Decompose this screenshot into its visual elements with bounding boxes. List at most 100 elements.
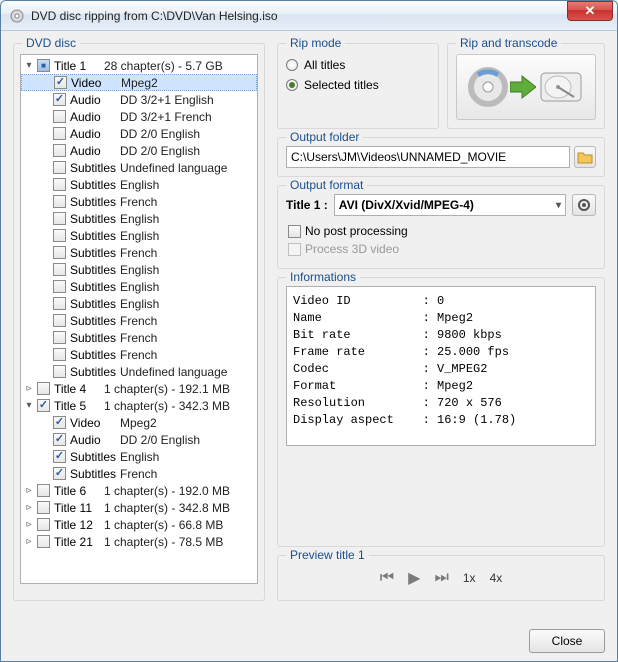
tree-checkbox[interactable] bbox=[53, 433, 66, 446]
tree-checkbox[interactable] bbox=[53, 263, 66, 276]
radio-all-titles[interactable]: All titles bbox=[286, 58, 430, 72]
preview-speed-1x[interactable]: 1x bbox=[463, 571, 476, 585]
tree-checkbox[interactable] bbox=[37, 518, 50, 531]
hdd-icon bbox=[538, 67, 584, 107]
expand-icon[interactable]: ▹ bbox=[23, 383, 35, 394]
tree-checkbox[interactable] bbox=[53, 297, 66, 310]
tree-checkbox[interactable] bbox=[53, 195, 66, 208]
tree-row[interactable]: ▹SubtitlesFrench bbox=[21, 465, 257, 482]
tree-row-value: DD 3/2+1 English bbox=[120, 93, 214, 107]
folder-icon bbox=[577, 150, 593, 164]
tree-row[interactable]: ▹SubtitlesFrench bbox=[21, 346, 257, 363]
tree-row[interactable]: ▹AudioDD 2/0 English bbox=[21, 125, 257, 142]
output-folder-input[interactable]: C:\Users\JM\Videos\UNNAMED_MOVIE bbox=[286, 146, 570, 168]
format-settings-button[interactable] bbox=[572, 194, 596, 216]
ripmode-legend: Rip mode bbox=[286, 36, 345, 50]
tree-row[interactable]: ▹VideoMpeg2 bbox=[21, 414, 257, 431]
tree-checkbox[interactable] bbox=[53, 348, 66, 361]
tree-checkbox[interactable] bbox=[53, 280, 66, 293]
tree-row-value: English bbox=[120, 280, 159, 294]
tree-checkbox[interactable] bbox=[53, 246, 66, 259]
expand-icon[interactable]: ▹ bbox=[23, 485, 35, 496]
tree-row[interactable]: ▹SubtitlesFrench bbox=[21, 244, 257, 261]
tree-row[interactable]: ▹SubtitlesEnglish bbox=[21, 278, 257, 295]
tree-row-value: 1 chapter(s) - 192.0 MB bbox=[104, 484, 230, 498]
tree-row[interactable]: ▹Title 211 chapter(s) - 78.5 MB bbox=[21, 533, 257, 550]
tree-row[interactable]: ▹SubtitlesEnglish bbox=[21, 210, 257, 227]
tree-row[interactable]: ▹Title 41 chapter(s) - 192.1 MB bbox=[21, 380, 257, 397]
close-button[interactable]: Close bbox=[529, 629, 605, 653]
tree-row[interactable]: ▹AudioDD 2/0 English bbox=[21, 142, 257, 159]
tree-checkbox[interactable] bbox=[54, 76, 67, 89]
preview-prev-button[interactable]: ⏮ bbox=[380, 569, 394, 587]
tree-row[interactable]: ▹AudioDD 3/2+1 French bbox=[21, 108, 257, 125]
tree-checkbox[interactable] bbox=[53, 93, 66, 106]
tree-checkbox[interactable] bbox=[53, 161, 66, 174]
collapse-icon[interactable]: ▾ bbox=[23, 60, 35, 71]
tree-row[interactable]: ▹SubtitlesEnglish bbox=[21, 261, 257, 278]
tree-checkbox[interactable] bbox=[53, 314, 66, 327]
tree-checkbox[interactable] bbox=[53, 127, 66, 140]
tree-row[interactable]: ▹ Title 61 chapter(s) - 192.0 MB bbox=[21, 482, 257, 499]
tree-row[interactable]: ▹Title 121 chapter(s) - 66.8 MB bbox=[21, 516, 257, 533]
tree-checkbox[interactable] bbox=[37, 501, 50, 514]
tree-checkbox[interactable] bbox=[53, 229, 66, 242]
tree-row-value: Mpeg2 bbox=[120, 416, 157, 430]
preview-play-button[interactable]: ▶ bbox=[408, 568, 420, 588]
tree-row[interactable]: ▹Title 111 chapter(s) - 342.8 MB bbox=[21, 499, 257, 516]
tree-row[interactable]: ▾Title 128 chapter(s) - 5.7 GB bbox=[21, 57, 257, 74]
tree-row[interactable]: ▹SubtitlesEnglish bbox=[21, 448, 257, 465]
expand-icon[interactable]: ▹ bbox=[23, 519, 35, 530]
tree-checkbox[interactable] bbox=[53, 365, 66, 378]
tree-row[interactable]: ▹AudioDD 2/0 English bbox=[21, 431, 257, 448]
expand-icon[interactable]: ▹ bbox=[23, 502, 35, 513]
tree-checkbox[interactable] bbox=[53, 467, 66, 480]
tree-checkbox[interactable] bbox=[53, 416, 66, 429]
tree-row-label: Subtitles bbox=[70, 212, 120, 226]
tree-row[interactable]: ▹SubtitlesFrench bbox=[21, 329, 257, 346]
transcode-group: Rip and transcode bbox=[447, 43, 605, 129]
tree-row-value: 1 chapter(s) - 78.5 MB bbox=[104, 535, 223, 549]
no-post-processing-checkbox[interactable]: No post processing bbox=[286, 224, 596, 238]
collapse-icon[interactable]: ▾ bbox=[23, 400, 35, 411]
tree-row-value: 28 chapter(s) - 5.7 GB bbox=[104, 59, 223, 73]
radio-selected-titles[interactable]: Selected titles bbox=[286, 78, 430, 92]
expand-icon[interactable]: ▹ bbox=[23, 536, 35, 547]
transcode-button[interactable] bbox=[456, 54, 596, 120]
tree-checkbox[interactable] bbox=[53, 212, 66, 225]
tree-row[interactable]: ▹SubtitlesEnglish bbox=[21, 295, 257, 312]
right-panel: Rip mode All titles Selected titles Rip … bbox=[277, 43, 605, 609]
tree-checkbox[interactable] bbox=[53, 450, 66, 463]
tree-checkbox[interactable] bbox=[53, 178, 66, 191]
tree-checkbox[interactable] bbox=[37, 59, 50, 72]
tree-row[interactable]: ▹SubtitlesUndefined language bbox=[21, 159, 257, 176]
tree-row[interactable]: ▹AudioDD 3/2+1 English bbox=[21, 91, 257, 108]
tree-checkbox[interactable] bbox=[53, 110, 66, 123]
tree-checkbox[interactable] bbox=[37, 399, 50, 412]
tree-row-value: Undefined language bbox=[120, 161, 227, 175]
preview-next-button[interactable]: ⏭ bbox=[434, 569, 448, 587]
tree-checkbox[interactable] bbox=[53, 144, 66, 157]
tree-row[interactable]: ▹SubtitlesEnglish bbox=[21, 176, 257, 193]
tree-row-label: Audio bbox=[70, 110, 120, 124]
preview-speed-4x[interactable]: 4x bbox=[490, 571, 503, 585]
disc-tree[interactable]: ▾Title 128 chapter(s) - 5.7 GB▹VideoMpeg… bbox=[20, 54, 258, 584]
tree-row[interactable]: ▹VideoMpeg2 bbox=[21, 74, 257, 91]
tree-checkbox[interactable] bbox=[37, 382, 50, 395]
tree-checkbox[interactable] bbox=[53, 331, 66, 344]
tree-row-label: Title 12 bbox=[54, 518, 104, 532]
tree-row[interactable]: ▹SubtitlesFrench bbox=[21, 312, 257, 329]
tree-row[interactable]: ▹SubtitlesFrench bbox=[21, 193, 257, 210]
tree-row-label: Subtitles bbox=[70, 365, 120, 379]
format-dropdown[interactable]: AVI (DivX/Xvid/MPEG-4) bbox=[334, 194, 566, 216]
browse-folder-button[interactable] bbox=[574, 146, 596, 168]
tree-row[interactable]: ▾Title 51 chapter(s) - 342.3 MB bbox=[21, 397, 257, 414]
tree-row[interactable]: ▹SubtitlesUndefined language bbox=[21, 363, 257, 380]
window-close-button[interactable]: ✕ bbox=[567, 1, 613, 21]
tree-checkbox[interactable] bbox=[37, 484, 50, 497]
ripmode-group: Rip mode All titles Selected titles bbox=[277, 43, 439, 129]
tree-row-label: Title 6 bbox=[54, 484, 104, 498]
tree-checkbox[interactable] bbox=[37, 535, 50, 548]
tree-row[interactable]: ▹SubtitlesEnglish bbox=[21, 227, 257, 244]
titlebar[interactable]: DVD disc ripping from C:\DVD\Van Helsing… bbox=[1, 1, 617, 31]
